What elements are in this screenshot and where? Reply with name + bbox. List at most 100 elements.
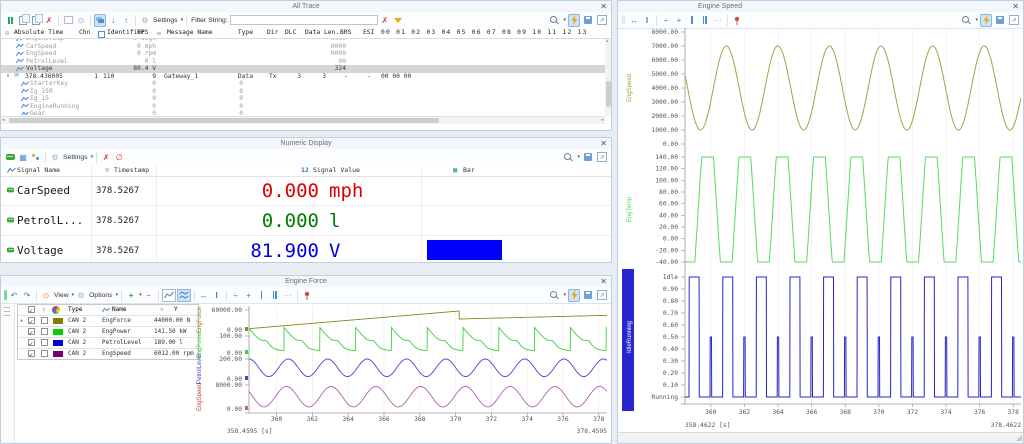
close-icon[interactable]: ✕ bbox=[600, 276, 607, 287]
col-dir[interactable]: Dir bbox=[267, 28, 278, 38]
visible-checkbox-icon[interactable] bbox=[28, 317, 35, 324]
legend-side-strip[interactable] bbox=[1, 304, 15, 443]
drag-handle[interactable]: ║ bbox=[621, 17, 625, 24]
trace-message-row[interactable]: ∨✉378.43600511109Gateway_1DataTx33--00 0… bbox=[1, 73, 605, 81]
scroll-right-icon[interactable]: ▸ bbox=[601, 117, 604, 124]
cursor-double-icon[interactable] bbox=[269, 289, 281, 302]
live-update-icon[interactable] bbox=[568, 14, 580, 27]
close-icon[interactable]: ✕ bbox=[600, 1, 607, 12]
scroll-left-icon[interactable]: ◂ bbox=[2, 117, 5, 124]
window-mode-icon[interactable] bbox=[62, 14, 74, 27]
trace-signal-row[interactable]: Ig_15R00 bbox=[1, 88, 605, 96]
pin-icon[interactable] bbox=[731, 14, 743, 27]
panel-title-bar[interactable]: Engine Speed ✕ bbox=[618, 1, 1023, 12]
settings-gear-icon[interactable]: ⚙ bbox=[49, 151, 61, 164]
trace-signal-row[interactable]: EngSpeed0 rpm0000 bbox=[1, 50, 605, 58]
col-absolute-time[interactable]: Absolute Time bbox=[14, 28, 63, 38]
col-message-name[interactable]: Message Name bbox=[167, 28, 213, 38]
export-trace-icon[interactable] bbox=[30, 14, 42, 27]
panel-title-bar[interactable]: All Trace ✕ bbox=[1, 1, 611, 12]
cursor-double-icon[interactable] bbox=[699, 14, 711, 27]
settings-gear-icon[interactable]: ⚙ bbox=[139, 14, 151, 27]
undo-icon[interactable]: ↶ bbox=[8, 289, 20, 302]
filter-clear-icon[interactable]: ✗ bbox=[379, 14, 391, 27]
add-signal-icon[interactable]: + bbox=[125, 289, 137, 302]
trace-signal-row[interactable]: Voltage80.4 V324 bbox=[1, 65, 605, 73]
clear-trace-icon[interactable]: ✗ bbox=[43, 14, 55, 27]
save-icon[interactable] bbox=[582, 151, 594, 164]
col-bytes[interactable]: 00 01 02 03 04 05 06 07 08 09 10 11 12 1… bbox=[381, 28, 588, 38]
scroll-down-icon[interactable]: ↓ bbox=[107, 14, 119, 27]
chevron-down-icon[interactable]: ▾ bbox=[139, 292, 142, 298]
scrollbar-thumb[interactable] bbox=[9, 118, 439, 123]
time-mode-icon[interactable]: ⊙ bbox=[75, 14, 87, 27]
chevron-down-icon[interactable]: ▾ bbox=[563, 17, 566, 23]
col-fps[interactable]: FPS bbox=[137, 28, 148, 38]
scroll-up-arrow-icon[interactable]: ▴ bbox=[606, 38, 609, 45]
resize-grip[interactable]: ◢ bbox=[1016, 434, 1022, 442]
fit-width-icon[interactable]: ↔ bbox=[198, 289, 210, 302]
view-label[interactable]: View bbox=[54, 292, 69, 299]
copy-icon[interactable] bbox=[17, 14, 29, 27]
search-icon[interactable] bbox=[960, 14, 972, 27]
trace-signal-row[interactable]: PetrolLevel0 l00 bbox=[1, 58, 605, 66]
save-icon[interactable] bbox=[994, 14, 1006, 27]
settings-label[interactable]: Settings bbox=[63, 154, 88, 161]
fit-height-icon[interactable]: I bbox=[641, 14, 653, 27]
engine-force-chart[interactable]: 360362364366368370372374376378358.4595 [… bbox=[191, 303, 611, 443]
col-bar[interactable]: Bar bbox=[463, 165, 475, 176]
col-timestamp[interactable]: Timestamp bbox=[114, 165, 149, 176]
cursor-single-icon[interactable] bbox=[256, 289, 268, 302]
horizontal-scrollbar[interactable]: ◂ ▸ bbox=[1, 116, 605, 124]
stacked-axes-icon[interactable] bbox=[177, 289, 191, 302]
filter-input[interactable] bbox=[230, 15, 378, 25]
options-gear-icon[interactable]: ⚙ bbox=[75, 289, 87, 302]
detach-icon[interactable]: ↗ bbox=[596, 151, 608, 164]
engine-speed-chart[interactable]: 360362364366368370372374376378358.4622 [… bbox=[618, 28, 1023, 435]
settings-label[interactable]: Settings bbox=[153, 17, 178, 24]
can-signal-icon[interactable] bbox=[4, 151, 16, 164]
close-icon[interactable]: ✕ bbox=[600, 138, 607, 149]
scale-checkbox-icon[interactable] bbox=[41, 317, 48, 324]
detach-icon[interactable]: ↗ bbox=[596, 14, 608, 27]
detach-icon[interactable]: ↗ bbox=[1008, 14, 1020, 27]
cursor-more-icon[interactable]: ⋯ bbox=[712, 14, 724, 27]
scale-checkbox-icon[interactable] bbox=[41, 339, 48, 346]
vertical-scrollbar[interactable]: ▴ bbox=[605, 39, 611, 116]
numeric-row[interactable]: Voltage378.526781.900V bbox=[1, 236, 611, 266]
scale-checkbox-icon[interactable] bbox=[41, 328, 48, 335]
filter-funnel-icon[interactable] bbox=[392, 14, 404, 27]
zoom-x-icon[interactable]: ÷ bbox=[230, 289, 242, 302]
trace-signal-row[interactable]: CarSpeed0 mph0000 bbox=[1, 43, 605, 51]
drag-handle[interactable] bbox=[4, 290, 7, 300]
reset-icon[interactable]: ∅ bbox=[113, 151, 125, 164]
col-dlc[interactable]: DLC bbox=[285, 28, 296, 38]
fixed-view-icon[interactable] bbox=[94, 14, 106, 27]
save-icon[interactable] bbox=[582, 289, 594, 302]
live-update-icon[interactable] bbox=[568, 289, 580, 302]
trace-signal-row[interactable]: Ig_1500 bbox=[1, 95, 605, 103]
save-icon[interactable] bbox=[582, 14, 594, 27]
legend-row[interactable]: CAN 2EngSpeed6012.00 rpm bbox=[18, 348, 198, 359]
legend-row[interactable]: ▪CAN 2EngForce44000.00 N bbox=[18, 315, 198, 326]
legend-row[interactable]: CAN 2PetrolLevel189.00 l bbox=[18, 337, 198, 348]
cursor-more-icon[interactable]: ⋯ bbox=[282, 289, 294, 302]
remove-signal-icon[interactable]: − bbox=[143, 289, 155, 302]
legend-row[interactable]: CAN 2EngPower141.50 kW bbox=[18, 326, 198, 337]
single-axis-icon[interactable] bbox=[162, 289, 176, 302]
col-y[interactable]: Y bbox=[174, 305, 178, 315]
col-esi[interactable]: ESI bbox=[363, 28, 374, 38]
cursor-single-icon[interactable] bbox=[686, 14, 698, 27]
numeric-row[interactable]: PetrolL...378.52670.000l bbox=[1, 206, 611, 236]
pause-icon[interactable] bbox=[4, 14, 16, 27]
zoom-x-icon[interactable]: ÷ bbox=[660, 14, 672, 27]
col-type[interactable]: Type bbox=[68, 305, 82, 315]
trace-signal-row[interactable]: StarterKey00 bbox=[1, 80, 605, 88]
display-mode-icon[interactable]: ▦ bbox=[17, 151, 29, 164]
col-signal-value[interactable]: Signal Value bbox=[313, 165, 360, 176]
visible-checkbox-icon[interactable] bbox=[28, 328, 35, 335]
view-icon[interactable]: ⊙ bbox=[40, 289, 52, 302]
search-icon[interactable] bbox=[548, 14, 560, 27]
col-signal-name[interactable]: Signal Name bbox=[17, 165, 60, 176]
search-icon[interactable] bbox=[548, 289, 560, 302]
